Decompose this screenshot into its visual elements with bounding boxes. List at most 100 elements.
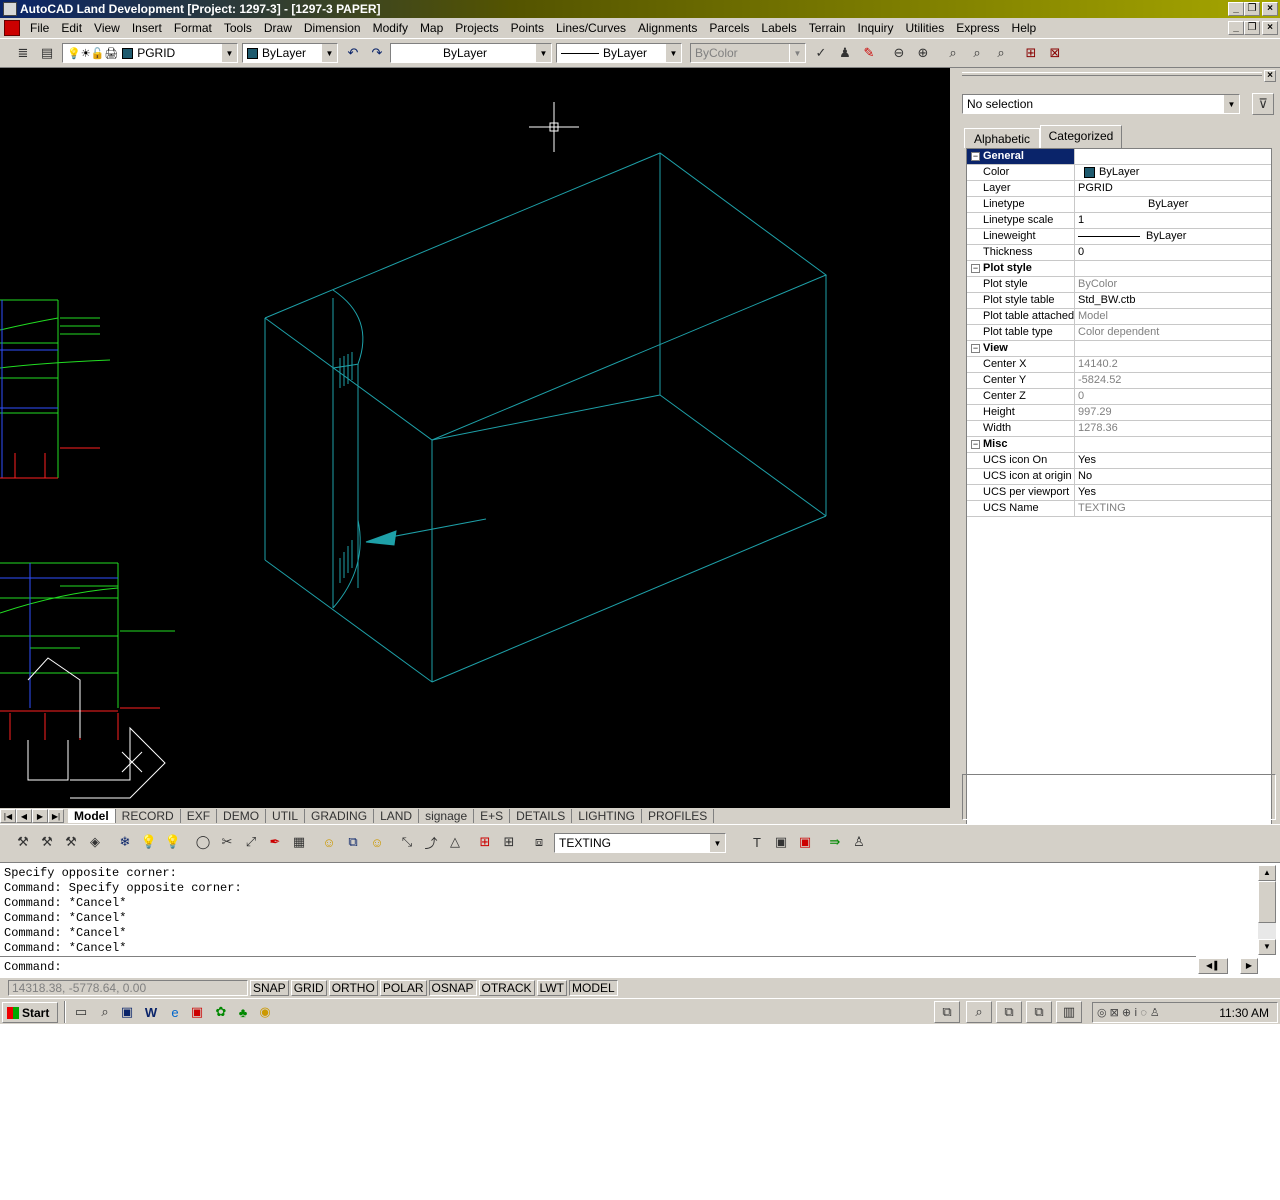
ucs-icon[interactable]: ⤡ <box>396 831 418 853</box>
property-row[interactable]: Center Y -5824.52 <box>967 373 1271 389</box>
layout-tab-grading[interactable]: GRADING <box>305 809 375 823</box>
bulb-on-icon[interactable]: 💡 <box>162 831 184 853</box>
layer-previous-icon[interactable]: ▤ <box>36 42 58 64</box>
person-icon[interactable]: ♙ <box>848 831 870 853</box>
next-tab-icon[interactable]: ▶ <box>32 809 48 823</box>
property-value[interactable]: -5824.52 <box>1075 373 1271 388</box>
properties-icon[interactable]: ✎ <box>858 42 880 64</box>
task-search-icon[interactable]: ⌕ <box>966 1001 992 1023</box>
explorer-icon[interactable]: ⌕ <box>94 1001 116 1023</box>
menu-item-file[interactable]: File <box>24 21 55 35</box>
property-value[interactable]: 0 <box>1075 389 1271 404</box>
menu-item-points[interactable]: Points <box>505 21 550 35</box>
menu-item-inquiry[interactable]: Inquiry <box>851 21 899 35</box>
close-button[interactable]: × <box>1262 2 1278 16</box>
property-value[interactable]: ByLayer <box>1075 229 1271 244</box>
command-prompt[interactable]: Command: <box>4 960 62 974</box>
property-value[interactable]: ByLayer <box>1075 165 1271 180</box>
status-toggle-otrack[interactable]: OTRACK <box>478 980 535 996</box>
property-category[interactable]: − View <box>967 341 1271 357</box>
linetype-dropdown[interactable]: ByLayer ▼ <box>390 43 552 63</box>
property-category[interactable]: − Plot style <box>967 261 1271 277</box>
chevron-down-icon[interactable]: ▼ <box>789 44 805 62</box>
scroll-down-icon[interactable]: ▼ <box>1258 939 1276 955</box>
ucs-rotate-icon[interactable]: △ <box>444 831 466 853</box>
property-value[interactable]: 14140.2 <box>1075 357 1271 372</box>
layout-tab-demo[interactable]: DEMO <box>217 809 267 823</box>
tool-icon[interactable]: ⊠ <box>1044 42 1066 64</box>
layers-icon[interactable]: ≣ <box>12 42 34 64</box>
image-icon[interactable]: ▣ <box>794 831 816 853</box>
property-row[interactable]: Plot style table Std_BW.ctb <box>967 293 1271 309</box>
minimize-button[interactable]: _ <box>1228 2 1244 16</box>
property-value[interactable]: ByLayer <box>1075 197 1271 212</box>
layout-tab-exf[interactable]: EXF <box>181 809 218 823</box>
chevron-down-icon[interactable]: ▼ <box>321 44 337 62</box>
property-row[interactable]: Lineweight ByLayer <box>967 229 1271 245</box>
zoom-extents-icon[interactable]: ⌕ <box>990 42 1012 64</box>
scroll-left-icon[interactable]: ◀ ▌ <box>1198 958 1228 974</box>
property-row[interactable]: Color ByLayer <box>967 165 1271 181</box>
property-category[interactable]: − General <box>967 149 1271 165</box>
map-icon[interactable]: ✿ <box>210 1001 232 1023</box>
property-value[interactable]: No <box>1075 469 1271 484</box>
layout-tab-lighting[interactable]: LIGHTING <box>572 809 642 823</box>
table-icon[interactable]: ▦ <box>288 831 310 853</box>
spellcheck-icon[interactable]: ✓ <box>810 42 832 64</box>
property-value[interactable]: Yes <box>1075 453 1271 468</box>
lineweight-dropdown[interactable]: ByLayer ▼ <box>556 43 682 63</box>
scroll-right-icon[interactable]: ▶ <box>1240 958 1258 974</box>
palette-close-icon[interactable]: × <box>1264 70 1276 82</box>
menu-item-view[interactable]: View <box>88 21 126 35</box>
scroll-thumb[interactable] <box>1258 881 1276 923</box>
property-value[interactable]: Color dependent <box>1075 325 1271 340</box>
document-icon[interactable] <box>4 20 20 36</box>
property-row[interactable]: UCS icon at origin No <box>967 469 1271 485</box>
menu-item-projects[interactable]: Projects <box>449 21 504 35</box>
task-chart-icon[interactable]: ▥ <box>1056 1001 1082 1023</box>
menu-item-insert[interactable]: Insert <box>126 21 168 35</box>
layout-tab-land[interactable]: LAND <box>374 809 420 823</box>
menu-item-help[interactable]: Help <box>1006 21 1043 35</box>
property-row[interactable]: Linetype ByLayer <box>967 197 1271 213</box>
zoom-out-icon[interactable]: ⊖ <box>888 42 910 64</box>
ucs-3point-icon[interactable]: ⤴ <box>420 831 442 853</box>
autocad-app-icon[interactable] <box>3 2 17 16</box>
property-row[interactable]: Center X 14140.2 <box>967 357 1271 373</box>
publish-icon[interactable]: ⇛ <box>824 831 846 853</box>
property-row[interactable]: Center Z0 <box>967 389 1271 405</box>
menu-item-utilities[interactable]: Utilities <box>900 21 951 35</box>
zoom-in-icon[interactable]: ⊕ <box>912 42 934 64</box>
trim-icon[interactable]: ✂ <box>216 831 238 853</box>
raster-icon[interactable]: ▣ <box>770 831 792 853</box>
layer-tool-icon[interactable]: ⚒ <box>36 831 58 853</box>
menu-item-lines-curves[interactable]: Lines/Curves <box>550 21 632 35</box>
layout-tab-e-s[interactable]: E+S <box>474 809 511 823</box>
palette-grip[interactable] <box>962 72 1262 76</box>
internet-explorer-icon[interactable]: e <box>164 1001 186 1023</box>
layout-tab-profiles[interactable]: PROFILES <box>642 809 715 823</box>
drawing-canvas[interactable] <box>0 68 950 808</box>
show-desktop-icon[interactable]: ▭ <box>70 1001 92 1023</box>
scroll-up-icon[interactable]: ▲ <box>1258 865 1276 881</box>
status-toggle-ortho[interactable]: ORTHO <box>328 980 378 996</box>
property-row[interactable]: Height 997.29 <box>967 405 1271 421</box>
menu-item-modify[interactable]: Modify <box>367 21 414 35</box>
collapse-icon[interactable]: − <box>971 152 980 161</box>
status-toggle-polar[interactable]: POLAR <box>379 980 427 996</box>
extend-icon[interactable]: ⤢ <box>240 831 262 853</box>
layer-dropdown[interactable]: 💡☀🔓🖨 PGRID ▼ <box>62 43 238 63</box>
ucs-dropdown[interactable]: TEXTING ▼ <box>554 833 726 853</box>
status-toggle-snap[interactable]: SNAP <box>250 980 289 996</box>
last-tab-icon[interactable]: ▶| <box>48 809 64 823</box>
word-icon[interactable]: W <box>140 1001 162 1023</box>
property-value[interactable]: Std_BW.ctb <box>1075 293 1271 308</box>
chevron-down-icon[interactable]: ▼ <box>665 44 681 62</box>
plotstyle-dropdown[interactable]: ByColor ▼ <box>690 43 806 63</box>
layout-tab-record[interactable]: RECORD <box>116 809 181 823</box>
property-row[interactable]: Plot table type Color dependent <box>967 325 1271 341</box>
menu-item-edit[interactable]: Edit <box>55 21 88 35</box>
status-toggle-osnap[interactable]: OSNAP <box>428 980 477 996</box>
face-icon[interactable]: ☺ <box>366 831 388 853</box>
task-autocad-icon[interactable]: ⧉ <box>934 1001 960 1023</box>
